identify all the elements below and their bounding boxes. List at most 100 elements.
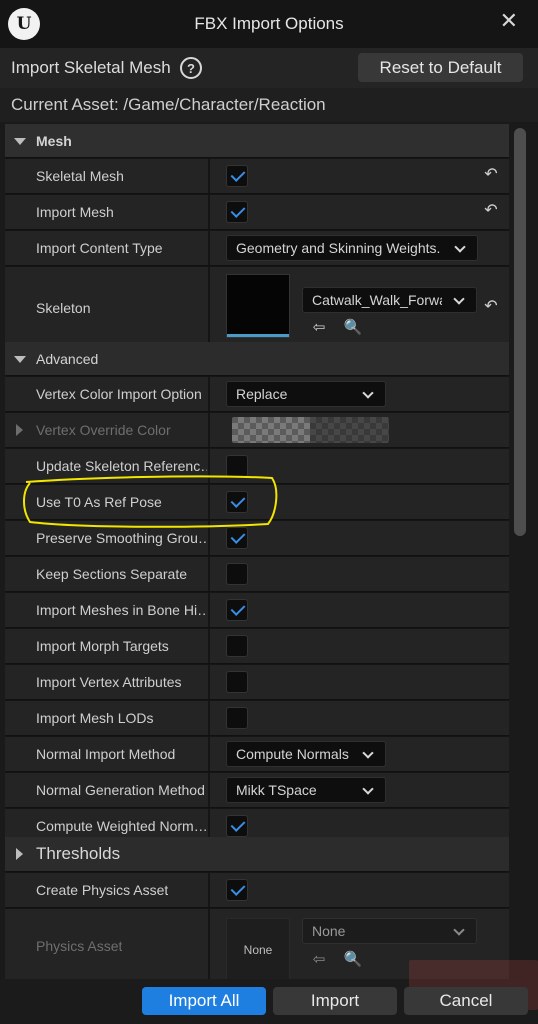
- normal-import-method-dropdown[interactable]: Compute Normals: [226, 741, 386, 767]
- chevron-down-icon: [454, 241, 466, 253]
- import-vertex-attributes-checkbox[interactable]: [226, 671, 248, 693]
- dropdown-value: Compute Normals: [236, 746, 349, 762]
- row-preserve-smoothing-groups: Preserve Smoothing Grou…: [5, 521, 509, 556]
- expand-caret-icon: [14, 137, 26, 145]
- vertex-color-import-dropdown[interactable]: Replace: [226, 381, 386, 407]
- title-bar: U FBX Import Options ✕: [0, 0, 538, 48]
- close-icon[interactable]: ✕: [500, 8, 518, 34]
- row-skeleton: Skeleton Catwalk_Walk_Forwa ⇦ 🔍 ↶: [5, 267, 509, 349]
- property-label: Normal Generation Method: [36, 782, 205, 798]
- property-label: Skeletal Mesh: [36, 168, 124, 184]
- property-label: Use T0 As Ref Pose: [36, 494, 162, 510]
- skeletal-mesh-checkbox[interactable]: [226, 165, 248, 187]
- category-label: Mesh: [36, 132, 72, 149]
- property-label: Import Content Type: [36, 240, 163, 256]
- property-label: Create Physics Asset: [36, 882, 169, 898]
- import-mesh-lods-checkbox[interactable]: [226, 707, 248, 729]
- row-create-physics-asset: Create Physics Asset: [5, 873, 509, 908]
- row-keep-sections-separate: Keep Sections Separate: [5, 557, 509, 592]
- cancel-button[interactable]: Cancel: [404, 987, 528, 1015]
- update-skeleton-reference-checkbox[interactable]: [226, 455, 248, 477]
- row-vertex-override-color: Vertex Override Color: [5, 413, 509, 448]
- dropdown-value: Catwalk_Walk_Forwa: [312, 292, 442, 308]
- row-skeletal-mesh: Skeletal Mesh ↶: [5, 159, 509, 194]
- preserve-smoothing-groups-checkbox[interactable]: [226, 527, 248, 549]
- property-label: Skeleton: [36, 299, 91, 316]
- import-meshes-in-bone-hierarchy-checkbox[interactable]: [226, 599, 248, 621]
- reset-arrow-icon[interactable]: ↶: [481, 201, 501, 221]
- category-mesh[interactable]: Mesh: [5, 124, 509, 158]
- physics-asset-dropdown[interactable]: None: [302, 918, 477, 944]
- category-label: Thresholds: [36, 844, 121, 863]
- browse-arrow-icon[interactable]: ⇦: [308, 317, 330, 339]
- property-label: Vertex Override Color: [36, 422, 171, 438]
- row-import-mesh: Import Mesh ↶: [5, 195, 509, 230]
- dropdown-value: None: [312, 923, 346, 939]
- property-label: Import Vertex Attributes: [36, 674, 182, 690]
- find-in-browser-icon[interactable]: 🔍: [342, 317, 364, 339]
- property-label: Import Mesh: [36, 204, 114, 220]
- row-use-t0-as-ref-pose: Use T0 As Ref Pose: [5, 485, 509, 520]
- import-mesh-checkbox[interactable]: [226, 201, 248, 223]
- row-import-mesh-lods: Import Mesh LODs: [5, 701, 509, 736]
- thumbnail-text: None: [243, 943, 273, 957]
- property-label: Vertex Color Import Option: [36, 386, 202, 402]
- current-asset-row: Current Asset: /Game/Character/Reaction: [0, 88, 538, 122]
- row-import-content-type: Import Content Type Geometry and Skinnin…: [5, 231, 509, 266]
- details-panel: Mesh Skeletal Mesh ↶ Import Mesh ↶ Impor…: [5, 124, 509, 979]
- skeleton-thumbnail[interactable]: [226, 274, 290, 338]
- chevron-down-icon: [453, 293, 465, 305]
- dropdown-value: Geometry and Skinning Weights.: [236, 240, 441, 256]
- collapse-caret-icon: [16, 848, 23, 860]
- row-vertex-color-import-option: Vertex Color Import Option Replace: [5, 377, 509, 412]
- create-physics-asset-checkbox[interactable]: [226, 879, 248, 901]
- row-import-morph-targets: Import Morph Targets: [5, 629, 509, 664]
- expand-caret-icon: [14, 355, 26, 363]
- use-t0-as-ref-pose-checkbox[interactable]: [226, 491, 248, 513]
- panel-scrollbar[interactable]: [514, 128, 526, 536]
- find-in-browser-icon[interactable]: 🔍: [342, 949, 364, 971]
- import-button[interactable]: Import: [273, 987, 397, 1015]
- current-asset-label: Current Asset: /Game/Character/Reaction: [11, 95, 326, 114]
- property-label: Physics Asset: [36, 938, 123, 954]
- category-thresholds[interactable]: Thresholds: [5, 837, 509, 872]
- category-advanced[interactable]: Advanced: [5, 342, 509, 376]
- property-label: Import Morph Targets: [36, 638, 169, 654]
- property-label: Import Mesh LODs: [36, 710, 154, 726]
- row-normal-generation-method: Normal Generation Method Mikk TSpace: [5, 773, 509, 808]
- import-all-button[interactable]: Import All: [142, 987, 266, 1015]
- dialog-subtitle: Import Skeletal Mesh: [11, 58, 171, 77]
- browse-arrow-icon[interactable]: ⇦: [308, 949, 330, 971]
- chevron-down-icon: [362, 783, 374, 795]
- row-update-skeleton-reference: Update Skeleton Referenc…: [5, 449, 509, 484]
- import-content-type-dropdown[interactable]: Geometry and Skinning Weights.: [226, 235, 478, 261]
- property-label: Compute Weighted Norm…: [36, 818, 207, 834]
- normal-generation-method-dropdown[interactable]: Mikk TSpace: [226, 777, 386, 803]
- category-label: Advanced: [36, 350, 99, 367]
- chevron-down-icon: [362, 747, 374, 759]
- property-label: Preserve Smoothing Grou…: [36, 530, 207, 546]
- dropdown-value: Mikk TSpace: [236, 782, 317, 798]
- chevron-down-icon: [362, 387, 374, 399]
- expand-arrow-icon[interactable]: [16, 424, 23, 436]
- reset-to-default-button[interactable]: Reset to Default: [358, 53, 523, 82]
- property-label: Update Skeleton Referenc…: [36, 458, 207, 474]
- dropdown-value: Replace: [236, 386, 288, 402]
- row-import-meshes-in-bone-hierarchy: Import Meshes in Bone Hi…: [5, 593, 509, 628]
- property-label: Normal Import Method: [36, 746, 176, 762]
- chevron-down-icon: [453, 924, 465, 936]
- compute-weighted-normals-checkbox[interactable]: [226, 815, 248, 837]
- row-normal-import-method: Normal Import Method Compute Normals: [5, 737, 509, 772]
- reset-arrow-icon[interactable]: ↶: [481, 165, 501, 185]
- reset-arrow-icon[interactable]: ↶: [481, 297, 501, 317]
- import-morph-targets-checkbox[interactable]: [226, 635, 248, 657]
- skeleton-asset-dropdown[interactable]: Catwalk_Walk_Forwa: [302, 287, 477, 313]
- property-label: Import Meshes in Bone Hi…: [36, 602, 207, 618]
- physics-asset-thumbnail[interactable]: None: [226, 918, 290, 979]
- window-title: FBX Import Options: [194, 14, 344, 33]
- row-import-vertex-attributes: Import Vertex Attributes: [5, 665, 509, 700]
- vertex-override-color-swatch[interactable]: [232, 417, 389, 443]
- property-label: Keep Sections Separate: [36, 566, 187, 582]
- help-icon[interactable]: ?: [180, 57, 202, 79]
- keep-sections-separate-checkbox[interactable]: [226, 563, 248, 585]
